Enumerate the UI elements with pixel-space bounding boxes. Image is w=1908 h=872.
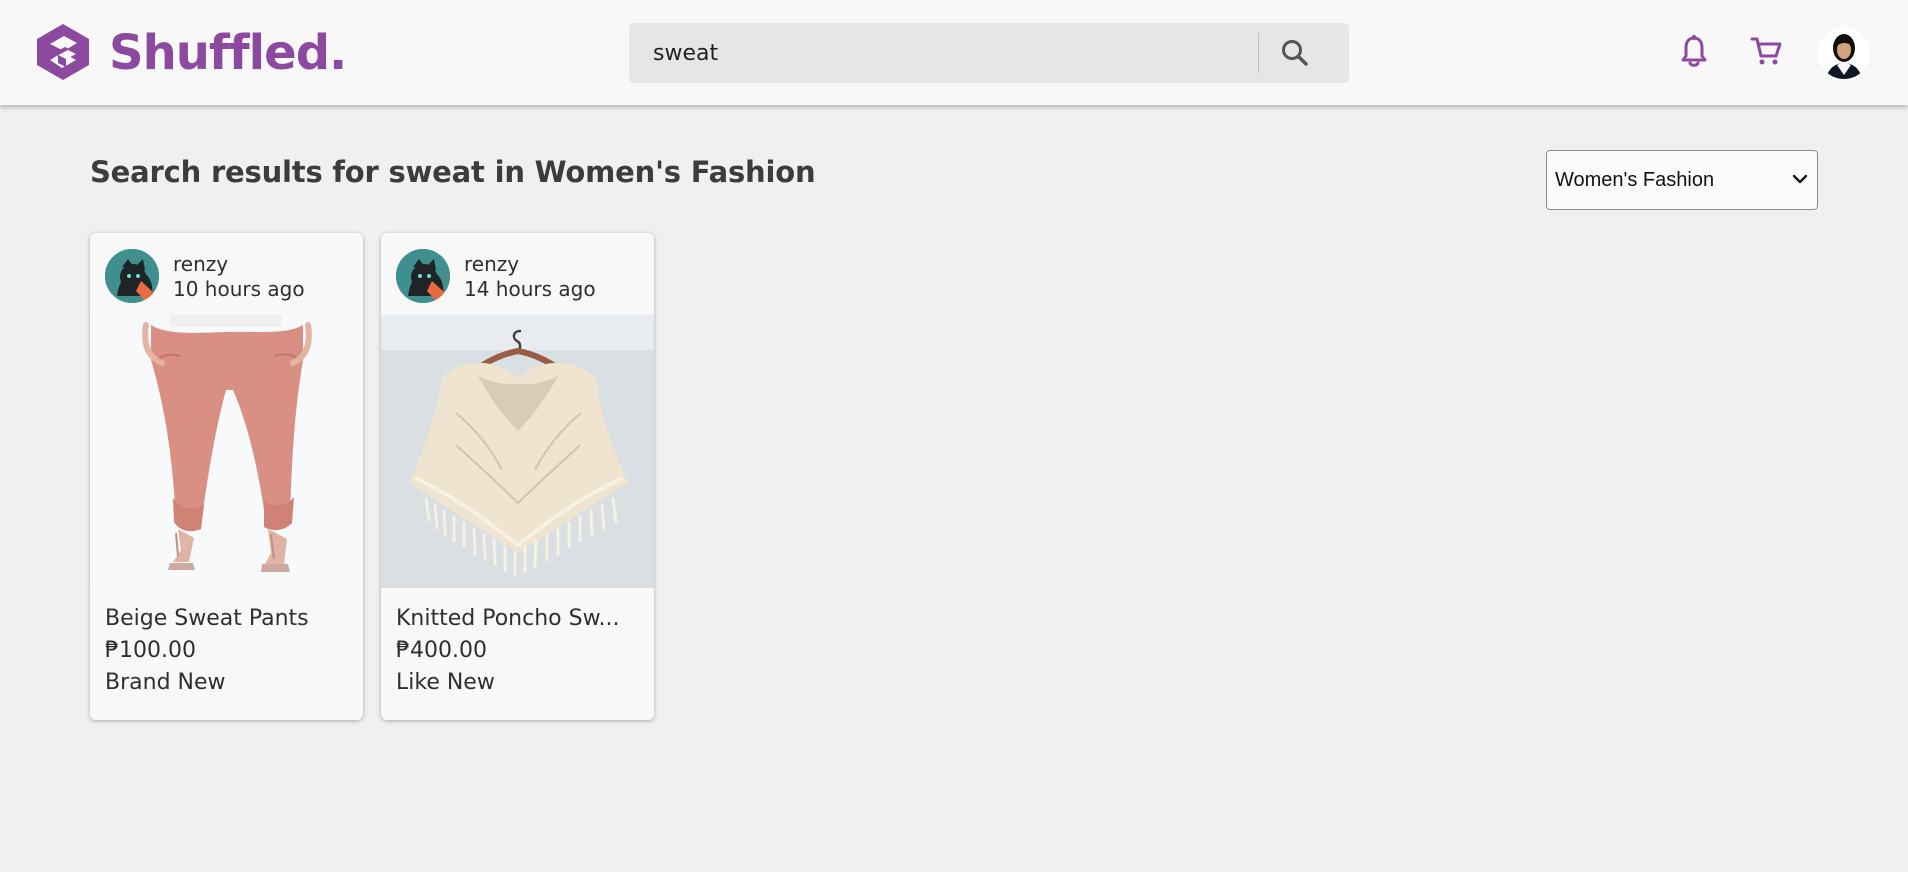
profile-avatar-icon	[1818, 27, 1870, 79]
product-card[interactable]: renzy 10 hours ago Beige Sweat Pants ₱10…	[90, 233, 363, 720]
shuffled-logo-icon	[37, 24, 89, 80]
product-condition: Like New	[396, 670, 495, 695]
search-divider	[1258, 33, 1259, 73]
user-avatar[interactable]	[1818, 27, 1870, 79]
product-card[interactable]: renzy 14 hours ago Knitted Poncho Sw... …	[381, 233, 654, 720]
selected-category: Women's Fashion	[1555, 168, 1715, 191]
search-button[interactable]	[1277, 35, 1313, 71]
product-title: Knitted Poncho Sw...	[396, 606, 620, 631]
product-info[interactable]: Beige Sweat Pants ₱100.00 Brand New	[105, 603, 349, 699]
top-navigation: Shuffled.	[0, 0, 1908, 105]
bell-icon	[1681, 35, 1707, 67]
seller-avatar-icon	[396, 249, 450, 303]
brand-home-link[interactable]: Shuffled.	[33, 22, 347, 82]
product-title: Beige Sweat Pants	[105, 606, 309, 631]
search-input[interactable]	[653, 23, 1243, 83]
search-icon	[1282, 40, 1308, 66]
product-price: ₱100.00	[105, 638, 196, 663]
product-image[interactable]	[381, 315, 654, 588]
cart-button[interactable]	[1749, 34, 1783, 68]
seller-row[interactable]: renzy 14 hours ago	[396, 249, 636, 303]
seller-name: renzy	[173, 252, 229, 276]
brand-name: Shuffled.	[109, 25, 347, 81]
seller-avatar-icon	[105, 249, 159, 303]
product-condition: Brand New	[105, 670, 226, 695]
seller-avatar	[396, 249, 450, 303]
chevron-down-icon	[1792, 174, 1808, 184]
product-image[interactable]	[90, 315, 363, 588]
posted-time: 14 hours ago	[464, 277, 596, 301]
cart-icon	[1750, 37, 1782, 65]
category-select[interactable]: Women's Fashion	[1546, 150, 1818, 210]
search-bar	[629, 23, 1349, 83]
seller-row[interactable]: renzy 10 hours ago	[105, 249, 345, 303]
product-info[interactable]: Knitted Poncho Sw... ₱400.00 Like New	[396, 603, 640, 699]
notifications-button[interactable]	[1677, 34, 1711, 68]
seller-avatar	[105, 249, 159, 303]
posted-time: 10 hours ago	[173, 277, 305, 301]
search-results-heading: Search results for sweat in Women's Fash…	[90, 155, 816, 189]
seller-name: renzy	[464, 252, 520, 276]
product-price: ₱400.00	[396, 638, 487, 663]
knitted-poncho-image	[381, 315, 654, 588]
pink-sweat-pants-image	[90, 315, 363, 588]
